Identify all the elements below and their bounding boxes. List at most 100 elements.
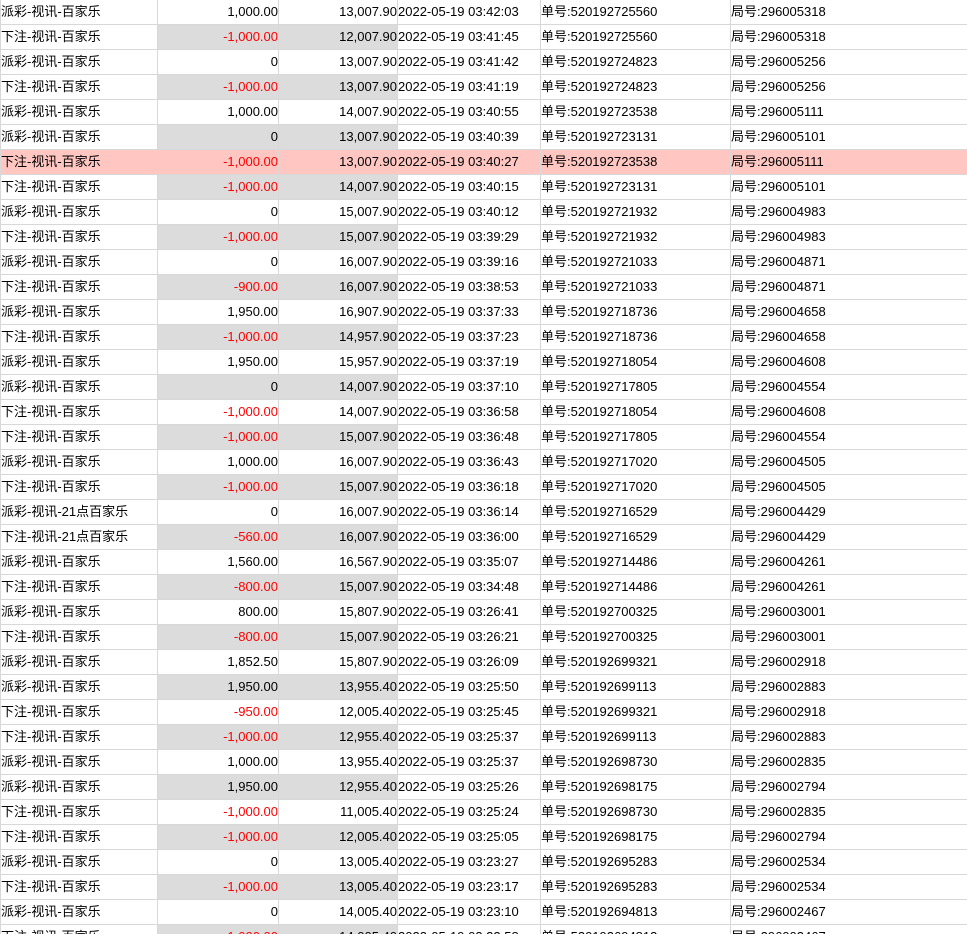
record-row[interactable]: 派彩-视讯-百家乐 1,852.50 15,807.90 2022-05-19 … [1, 650, 967, 675]
cell-amount: -1,000.00 [158, 875, 279, 900]
cell-amount: -1,000.00 [158, 725, 279, 750]
record-row[interactable]: 派彩-视讯-百家乐 1,950.00 13,955.40 2022-05-19 … [1, 675, 967, 700]
cell-balance: 15,957.90 [279, 350, 398, 375]
record-row[interactable]: 派彩-视讯-百家乐 0 14,005.40 2022-05-19 03:23:1… [1, 900, 967, 925]
cell-balance: 15,807.90 [279, 650, 398, 675]
record-row[interactable]: 派彩-视讯-百家乐 1,000.00 13,955.40 2022-05-19 … [1, 750, 967, 775]
cell-amount: -900.00 [158, 275, 279, 300]
cell-order-number: 单号:520192723538 [541, 100, 731, 125]
record-row[interactable]: 下注-视讯-百家乐 -900.00 16,007.90 2022-05-19 0… [1, 275, 967, 300]
record-row[interactable]: 下注-视讯-百家乐 -950.00 12,005.40 2022-05-19 0… [1, 700, 967, 725]
record-row[interactable]: 下注-视讯-百家乐 -1,000.00 14,957.90 2022-05-19… [1, 325, 967, 350]
record-row[interactable]: 下注-视讯-百家乐 -1,000.00 14,005.40 2022-05-19… [1, 925, 967, 934]
record-row[interactable]: 下注-视讯-百家乐 -1,000.00 13,007.90 2022-05-19… [1, 75, 967, 100]
cell-timestamp: 2022-05-19 03:41:45 [398, 25, 541, 50]
cell-balance: 12,005.40 [279, 825, 398, 850]
record-row[interactable]: 派彩-视讯-百家乐 0 13,005.40 2022-05-19 03:23:2… [1, 850, 967, 875]
cell-timestamp: 2022-05-19 03:26:41 [398, 600, 541, 625]
cell-transaction-type: 下注-视讯-百家乐 [1, 75, 158, 100]
record-row[interactable]: 下注-视讯-百家乐 -1,000.00 13,005.40 2022-05-19… [1, 875, 967, 900]
cell-round-number: 局号:296002534 [731, 875, 967, 900]
record-row[interactable]: 派彩-视讯-百家乐 1,950.00 15,957.90 2022-05-19 … [1, 350, 967, 375]
cell-timestamp: 2022-05-19 03:36:58 [398, 400, 541, 425]
record-row[interactable]: 下注-视讯-百家乐 -1,000.00 15,007.90 2022-05-19… [1, 425, 967, 450]
cell-order-number: 单号:520192724823 [541, 50, 731, 75]
cell-transaction-type: 派彩-视讯-百家乐 [1, 750, 158, 775]
record-row[interactable]: 下注-视讯-百家乐 -1,000.00 14,007.90 2022-05-19… [1, 400, 967, 425]
record-row[interactable]: 派彩-视讯-百家乐 1,000.00 16,007.90 2022-05-19 … [1, 450, 967, 475]
record-row[interactable]: 下注-视讯-百家乐 -1,000.00 12,007.90 2022-05-19… [1, 25, 967, 50]
cell-balance: 16,907.90 [279, 300, 398, 325]
cell-amount: 0 [158, 250, 279, 275]
record-row[interactable]: 派彩-视讯-百家乐 1,950.00 12,955.40 2022-05-19 … [1, 775, 967, 800]
cell-transaction-type: 派彩-视讯-21点百家乐 [1, 500, 158, 525]
record-row[interactable]: 下注-视讯-百家乐 -1,000.00 13,007.90 2022-05-19… [1, 150, 967, 175]
record-row[interactable]: 派彩-视讯-百家乐 0 13,007.90 2022-05-19 03:40:3… [1, 125, 967, 150]
cell-order-number: 单号:520192717020 [541, 450, 731, 475]
record-row[interactable]: 派彩-视讯-百家乐 0 15,007.90 2022-05-19 03:40:1… [1, 200, 967, 225]
cell-round-number: 局号:296003001 [731, 600, 967, 625]
cell-transaction-type: 下注-视讯-百家乐 [1, 800, 158, 825]
record-row[interactable]: 派彩-视讯-百家乐 1,000.00 14,007.90 2022-05-19 … [1, 100, 967, 125]
cell-amount: 1,950.00 [158, 775, 279, 800]
cell-order-number: 单号:520192716529 [541, 525, 731, 550]
cell-transaction-type: 派彩-视讯-百家乐 [1, 600, 158, 625]
record-row[interactable]: 派彩-视讯-百家乐 1,000.00 13,007.90 2022-05-19 … [1, 0, 967, 25]
record-row[interactable]: 下注-视讯-百家乐 -1,000.00 12,005.40 2022-05-19… [1, 825, 967, 850]
cell-balance: 14,007.90 [279, 175, 398, 200]
cell-amount: 0 [158, 200, 279, 225]
cell-round-number: 局号:296002918 [731, 650, 967, 675]
record-row[interactable]: 派彩-视讯-百家乐 0 14,007.90 2022-05-19 03:37:1… [1, 375, 967, 400]
cell-round-number: 局号:296005101 [731, 175, 967, 200]
cell-round-number: 局号:296005101 [731, 125, 967, 150]
cell-amount: 800.00 [158, 600, 279, 625]
record-row[interactable]: 下注-视讯-百家乐 -1,000.00 12,955.40 2022-05-19… [1, 725, 967, 750]
cell-transaction-type: 下注-视讯-百家乐 [1, 325, 158, 350]
cell-transaction-type: 下注-视讯-21点百家乐 [1, 525, 158, 550]
record-row[interactable]: 派彩-视讯-百家乐 0 13,007.90 2022-05-19 03:41:4… [1, 50, 967, 75]
record-row[interactable]: 派彩-视讯-百家乐 1,950.00 16,907.90 2022-05-19 … [1, 300, 967, 325]
cell-balance: 14,007.90 [279, 100, 398, 125]
cell-round-number: 局号:296004261 [731, 575, 967, 600]
cell-round-number: 局号:296004429 [731, 500, 967, 525]
cell-timestamp: 2022-05-19 03:23:17 [398, 875, 541, 900]
cell-balance: 11,005.40 [279, 800, 398, 825]
record-row[interactable]: 派彩-视讯-百家乐 0 16,007.90 2022-05-19 03:39:1… [1, 250, 967, 275]
cell-amount: -950.00 [158, 700, 279, 725]
cell-timestamp: 2022-05-19 03:40:15 [398, 175, 541, 200]
cell-balance: 14,007.90 [279, 400, 398, 425]
record-row[interactable]: 派彩-视讯-百家乐 800.00 15,807.90 2022-05-19 03… [1, 600, 967, 625]
cell-timestamp: 2022-05-19 03:41:42 [398, 50, 541, 75]
cell-timestamp: 2022-05-19 03:40:12 [398, 200, 541, 225]
cell-order-number: 单号:520192694813 [541, 900, 731, 925]
record-row[interactable]: 下注-视讯-百家乐 -1,000.00 15,007.90 2022-05-19… [1, 225, 967, 250]
cell-timestamp: 2022-05-19 03:36:43 [398, 450, 541, 475]
record-row[interactable]: 下注-视讯-21点百家乐 -560.00 16,007.90 2022-05-1… [1, 525, 967, 550]
cell-round-number: 局号:296004261 [731, 550, 967, 575]
cell-amount: -1,000.00 [158, 150, 279, 175]
cell-timestamp: 2022-05-19 03:26:09 [398, 650, 541, 675]
record-row[interactable]: 下注-视讯-百家乐 -1,000.00 15,007.90 2022-05-19… [1, 475, 967, 500]
record-row[interactable]: 下注-视讯-百家乐 -800.00 15,007.90 2022-05-19 0… [1, 575, 967, 600]
cell-balance: 16,007.90 [279, 525, 398, 550]
cell-timestamp: 2022-05-19 03:35:07 [398, 550, 541, 575]
cell-order-number: 单号:520192717020 [541, 475, 731, 500]
cell-timestamp: 2022-05-19 03:25:05 [398, 825, 541, 850]
cell-timestamp: 2022-05-19 03:39:16 [398, 250, 541, 275]
cell-timestamp: 2022-05-19 03:37:19 [398, 350, 541, 375]
record-row[interactable]: 下注-视讯-百家乐 -1,000.00 11,005.40 2022-05-19… [1, 800, 967, 825]
cell-timestamp: 2022-05-19 03:37:23 [398, 325, 541, 350]
cell-round-number: 局号:296005318 [731, 0, 967, 25]
cell-amount: -1,000.00 [158, 925, 279, 934]
cell-balance: 13,955.40 [279, 750, 398, 775]
cell-round-number: 局号:296002467 [731, 900, 967, 925]
record-row[interactable]: 下注-视讯-百家乐 -800.00 15,007.90 2022-05-19 0… [1, 625, 967, 650]
record-row[interactable]: 派彩-视讯-21点百家乐 0 16,007.90 2022-05-19 03:3… [1, 500, 967, 525]
record-row[interactable]: 下注-视讯-百家乐 -1,000.00 14,007.90 2022-05-19… [1, 175, 967, 200]
cell-timestamp: 2022-05-19 03:25:37 [398, 725, 541, 750]
cell-balance: 15,007.90 [279, 225, 398, 250]
cell-transaction-type: 下注-视讯-百家乐 [1, 925, 158, 934]
cell-round-number: 局号:296004505 [731, 475, 967, 500]
cell-round-number: 局号:296004983 [731, 225, 967, 250]
record-row[interactable]: 派彩-视讯-百家乐 1,560.00 16,567.90 2022-05-19 … [1, 550, 967, 575]
